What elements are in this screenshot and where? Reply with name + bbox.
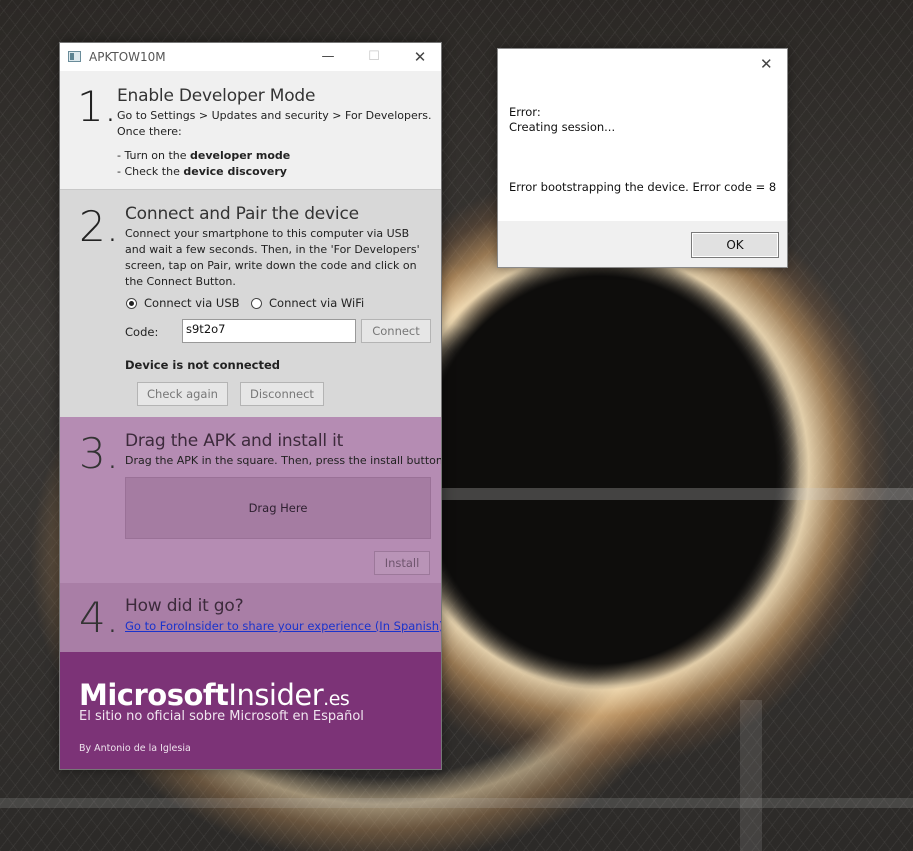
radio-usb-label[interactable]: Connect via USB <box>144 296 240 310</box>
radio-wifi[interactable] <box>251 298 262 309</box>
step3-description: Drag the APK in the square. Then, press … <box>125 454 442 467</box>
dialog-creating-session: Creating session... <box>509 120 616 134</box>
step1-number: 1. <box>77 82 118 131</box>
step1-line2: Once there: <box>117 125 182 138</box>
connect-button[interactable]: Connect <box>361 319 431 343</box>
brand-tagline: El sitio no oficial sobre Microsoft en E… <box>79 709 364 724</box>
step1-bullet2: - Check the device discovery <box>117 164 437 180</box>
app-icon <box>68 51 81 62</box>
maximize-button[interactable]: ☐ <box>351 43 397 71</box>
ok-button[interactable]: OK <box>691 232 779 258</box>
app-window: APKTOW10M — ☐ ✕ 1. Enable Developer Mode… <box>59 42 442 770</box>
foroinsider-link[interactable]: Go to ForoInsider to share your experien… <box>125 619 441 633</box>
footer-branding: MicrosoftInsider.es El sitio no oficial … <box>60 652 441 769</box>
step2-title: Connect and Pair the device <box>125 204 359 224</box>
install-button[interactable]: Install <box>374 551 430 575</box>
dialog-footer: OK <box>498 221 787 267</box>
author-credit: By Antonio de la Iglesia <box>79 743 191 754</box>
code-input[interactable]: s9t2o7 <box>182 319 356 343</box>
step3-title: Drag the APK and install it <box>125 431 344 451</box>
step3-number: 3. <box>79 429 120 478</box>
check-again-button[interactable]: Check again <box>137 382 228 406</box>
brand-insider: Insider <box>228 678 324 712</box>
step2-section: 2. Connect and Pair the device Connect y… <box>60 189 441 417</box>
step1-bullet1: - Turn on the developer mode <box>117 148 437 164</box>
brand-suffix: .es <box>323 688 350 710</box>
radio-wifi-label[interactable]: Connect via WiFi <box>269 296 364 310</box>
step2-number: 2. <box>79 202 120 251</box>
window-title: APKTOW10M <box>89 50 166 64</box>
brand-logo: MicrosoftInsider.es <box>79 678 350 712</box>
step4-section: 4. How did it go? Go to ForoInsider to s… <box>60 583 441 652</box>
error-dialog: ✕ Error: Creating session... Error boots… <box>497 48 788 268</box>
wallpaper-streak <box>740 700 762 851</box>
dialog-error-label: Error: <box>509 105 541 119</box>
step1-bullet2-prefix: - Check the <box>117 165 184 178</box>
step1-bullet1-bold: developer mode <box>190 149 291 162</box>
step1-line1: Go to Settings > Updates and security > … <box>117 109 432 122</box>
step3-section: 3. Drag the APK and install it Drag the … <box>60 417 441 583</box>
close-button[interactable]: ✕ <box>397 43 441 71</box>
title-bar[interactable]: APKTOW10M — ☐ ✕ <box>60 43 441 71</box>
connection-status: Device is not connected <box>125 358 281 372</box>
step1-instructions: Go to Settings > Updates and security > … <box>117 108 437 180</box>
step4-title: How did it go? <box>125 596 244 616</box>
step2-description: Connect your smartphone to this computer… <box>125 227 420 288</box>
dialog-error-message: Error bootstrapping the device. Error co… <box>509 180 777 194</box>
step1-bullet2-bold: device discovery <box>183 165 287 178</box>
dialog-close-button[interactable]: ✕ <box>760 55 773 73</box>
wallpaper-streak <box>0 798 913 808</box>
code-label: Code: <box>125 325 159 339</box>
step1-section: 1. Enable Developer Mode Go to Settings … <box>60 71 441 189</box>
step1-title: Enable Developer Mode <box>117 86 316 106</box>
radio-usb[interactable] <box>126 298 137 309</box>
disconnect-button[interactable]: Disconnect <box>240 382 324 406</box>
minimize-button[interactable]: — <box>305 43 351 71</box>
apk-drop-zone[interactable]: Drag Here <box>125 477 431 539</box>
brand-microsoft: Microsoft <box>79 678 229 712</box>
wallpaper-streak <box>442 488 913 500</box>
step4-number: 4. <box>79 593 120 642</box>
step1-bullet1-prefix: - Turn on the <box>117 149 191 162</box>
